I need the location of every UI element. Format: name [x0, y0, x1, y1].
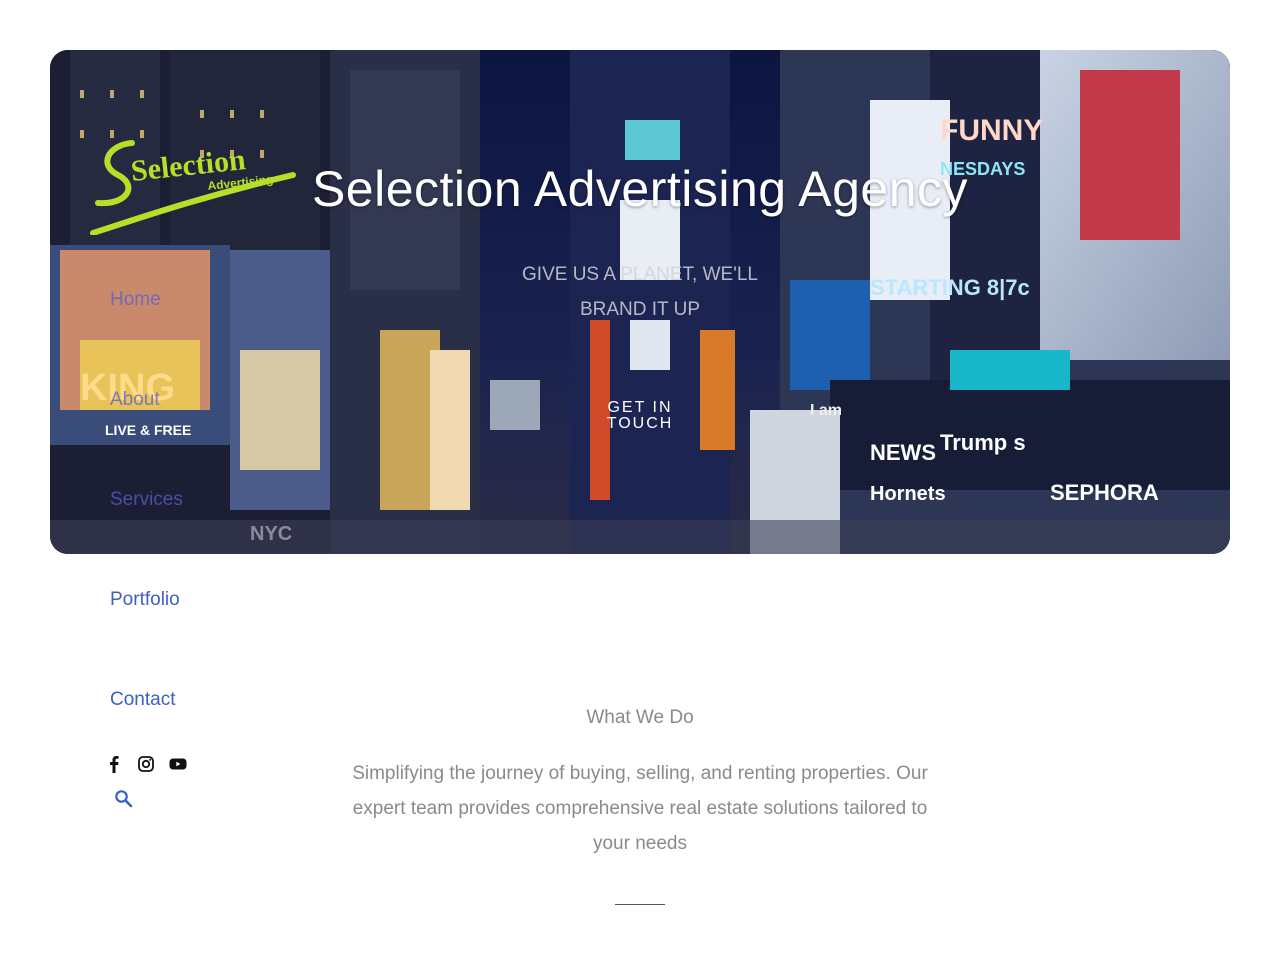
page: FUNNY NESDAYS STARTING 8|7c Trump s Horn… [0, 0, 1280, 960]
nav-item-home[interactable]: Home [110, 289, 161, 311]
nav-item-portfolio[interactable]: Portfolio [110, 589, 180, 611]
youtube-icon[interactable] [168, 754, 188, 774]
svg-text:LIVE & FREE: LIVE & FREE [105, 422, 191, 438]
facebook-icon[interactable] [104, 754, 124, 774]
svg-text:SEPHORA: SEPHORA [1050, 480, 1159, 505]
what-we-do-heading: What We Do [586, 707, 694, 728]
get-in-touch-button[interactable]: GET IN TOUCH [595, 400, 685, 432]
svg-text:FUNNY: FUNNY [940, 114, 1043, 147]
search-icon[interactable] [113, 788, 135, 810]
nav-item-services[interactable]: Services [110, 489, 183, 511]
selection-logo[interactable]: Selection Advertising [88, 135, 298, 235]
svg-text:Trump s: Trump s [940, 430, 1026, 455]
instagram-icon[interactable] [136, 754, 156, 774]
svg-text:Hornets: Hornets [870, 483, 946, 505]
hero-subtitle: GIVE US A PLANET, WE'LL BRAND IT UP [522, 264, 758, 320]
social-links [104, 754, 188, 774]
section-divider [615, 904, 665, 905]
what-we-do-text: Simplifying the journey of buying, selli… [352, 763, 928, 854]
svg-text:STARTING 8|7c: STARTING 8|7c [870, 275, 1030, 300]
hero-banner: FUNNY NESDAYS STARTING 8|7c Trump s Horn… [50, 50, 1230, 554]
nav-item-about[interactable]: About [110, 389, 160, 411]
svg-text:I am: I am [810, 402, 842, 419]
svg-text:NEWS: NEWS [870, 440, 936, 465]
